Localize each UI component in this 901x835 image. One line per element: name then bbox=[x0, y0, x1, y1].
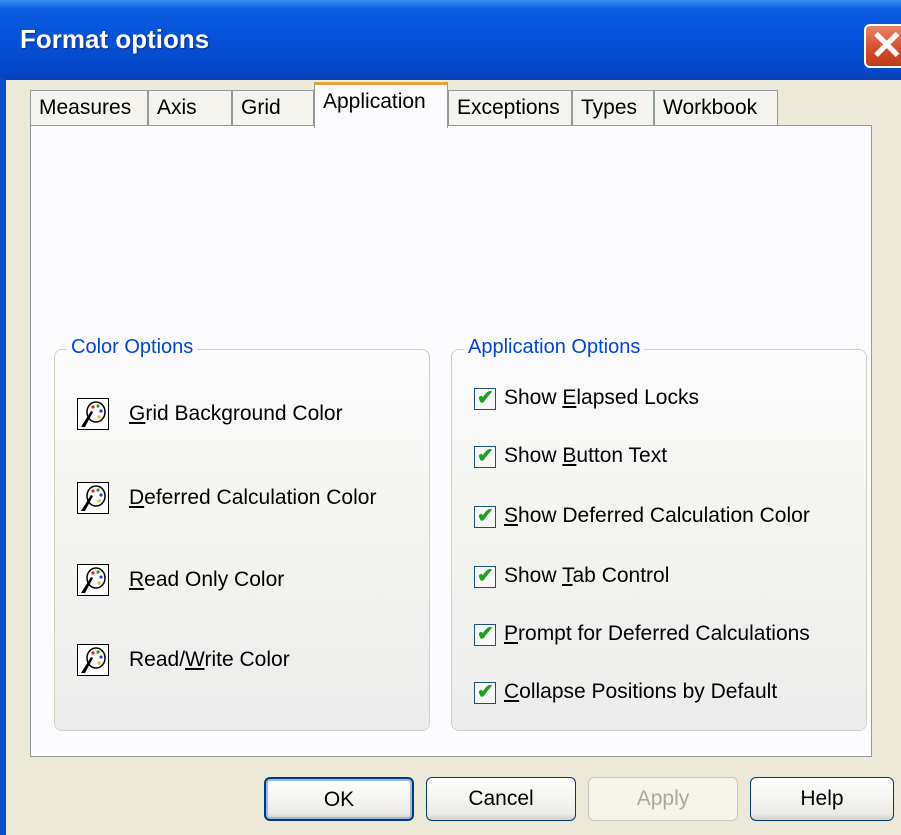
help-button[interactable]: Help bbox=[750, 777, 894, 821]
close-button[interactable]: ✕ bbox=[864, 24, 901, 68]
tab-label: Exceptions bbox=[457, 96, 560, 119]
deferred-calculation-color-label: Deferred Calculation Color bbox=[129, 486, 377, 509]
checkmark-icon: ✔ bbox=[477, 681, 494, 703]
application-options-title: Application Options bbox=[464, 336, 645, 359]
tab-axis[interactable]: Axis bbox=[148, 90, 232, 126]
read-only-color-label: Read Only Color bbox=[129, 568, 285, 591]
checkmark-icon: ✔ bbox=[477, 387, 494, 409]
read-only-color-button[interactable] bbox=[77, 564, 109, 596]
application-options-group: Application Options ✔ Show Elapsed Locks… bbox=[451, 336, 867, 731]
show-deferred-calculation-color-checkbox[interactable]: ✔ bbox=[474, 505, 496, 528]
color-options-title: Color Options bbox=[67, 336, 198, 359]
close-icon: ✕ bbox=[870, 24, 901, 68]
tab-label: Measures bbox=[39, 96, 132, 119]
tab-types[interactable]: Types bbox=[572, 90, 654, 126]
show-elapsed-locks-label: Show Elapsed Locks bbox=[504, 386, 699, 409]
prompt-deferred-calculations-label: Prompt for Deferred Calculations bbox=[504, 622, 810, 645]
title-bar[interactable]: Format options ✕ bbox=[0, 0, 901, 80]
tab-panel-application: Color Options Grid Background Color Defe… bbox=[30, 125, 872, 757]
tab-label: Application bbox=[323, 90, 426, 113]
grid-background-color-label: Grid Background Color bbox=[129, 402, 343, 425]
palette-icon bbox=[81, 567, 106, 593]
apply-button[interactable]: Apply bbox=[588, 777, 738, 821]
palette-icon bbox=[81, 485, 106, 511]
tab-workbook[interactable]: Workbook bbox=[654, 90, 778, 126]
show-tab-control-checkbox[interactable]: ✔ bbox=[474, 565, 496, 588]
show-button-text-checkbox[interactable]: ✔ bbox=[474, 445, 496, 468]
checkmark-icon: ✔ bbox=[477, 623, 494, 645]
show-elapsed-locks-checkbox[interactable]: ✔ bbox=[474, 387, 496, 410]
show-deferred-calculation-color-label: Show Deferred Calculation Color bbox=[504, 504, 810, 527]
checkmark-icon: ✔ bbox=[477, 505, 494, 527]
tab-application[interactable]: Application bbox=[314, 82, 448, 128]
tab-measures[interactable]: Measures bbox=[30, 90, 148, 126]
palette-icon bbox=[81, 401, 106, 427]
tab-grid[interactable]: Grid bbox=[232, 90, 314, 126]
deferred-calculation-color-button[interactable] bbox=[77, 482, 109, 514]
collapse-positions-checkbox[interactable]: ✔ bbox=[474, 681, 496, 704]
format-options-dialog: Format options ✕ Measures Axis Grid Appl… bbox=[0, 0, 901, 835]
collapse-positions-label: Collapse Positions by Default bbox=[504, 680, 778, 703]
read-write-color-label: Read/Write Color bbox=[129, 648, 290, 671]
tab-label: Types bbox=[581, 96, 638, 119]
checkmark-icon: ✔ bbox=[477, 565, 494, 587]
palette-icon bbox=[81, 647, 106, 673]
tab-label: Axis bbox=[157, 96, 197, 119]
window-title: Format options bbox=[20, 24, 210, 54]
tab-exceptions[interactable]: Exceptions bbox=[448, 90, 572, 126]
window-left-border bbox=[0, 78, 6, 835]
show-tab-control-label: Show Tab Control bbox=[504, 564, 670, 587]
tab-label: Workbook bbox=[663, 96, 758, 119]
ok-button[interactable]: OK bbox=[264, 777, 414, 821]
prompt-deferred-calculations-checkbox[interactable]: ✔ bbox=[474, 623, 496, 646]
color-options-group: Color Options Grid Background Color Defe… bbox=[54, 336, 430, 731]
cancel-button[interactable]: Cancel bbox=[426, 777, 576, 821]
grid-background-color-button[interactable] bbox=[77, 398, 109, 430]
tab-label: Grid bbox=[241, 96, 281, 119]
checkmark-icon: ✔ bbox=[477, 445, 494, 467]
read-write-color-button[interactable] bbox=[77, 644, 109, 676]
show-button-text-label: Show Button Text bbox=[504, 444, 668, 467]
